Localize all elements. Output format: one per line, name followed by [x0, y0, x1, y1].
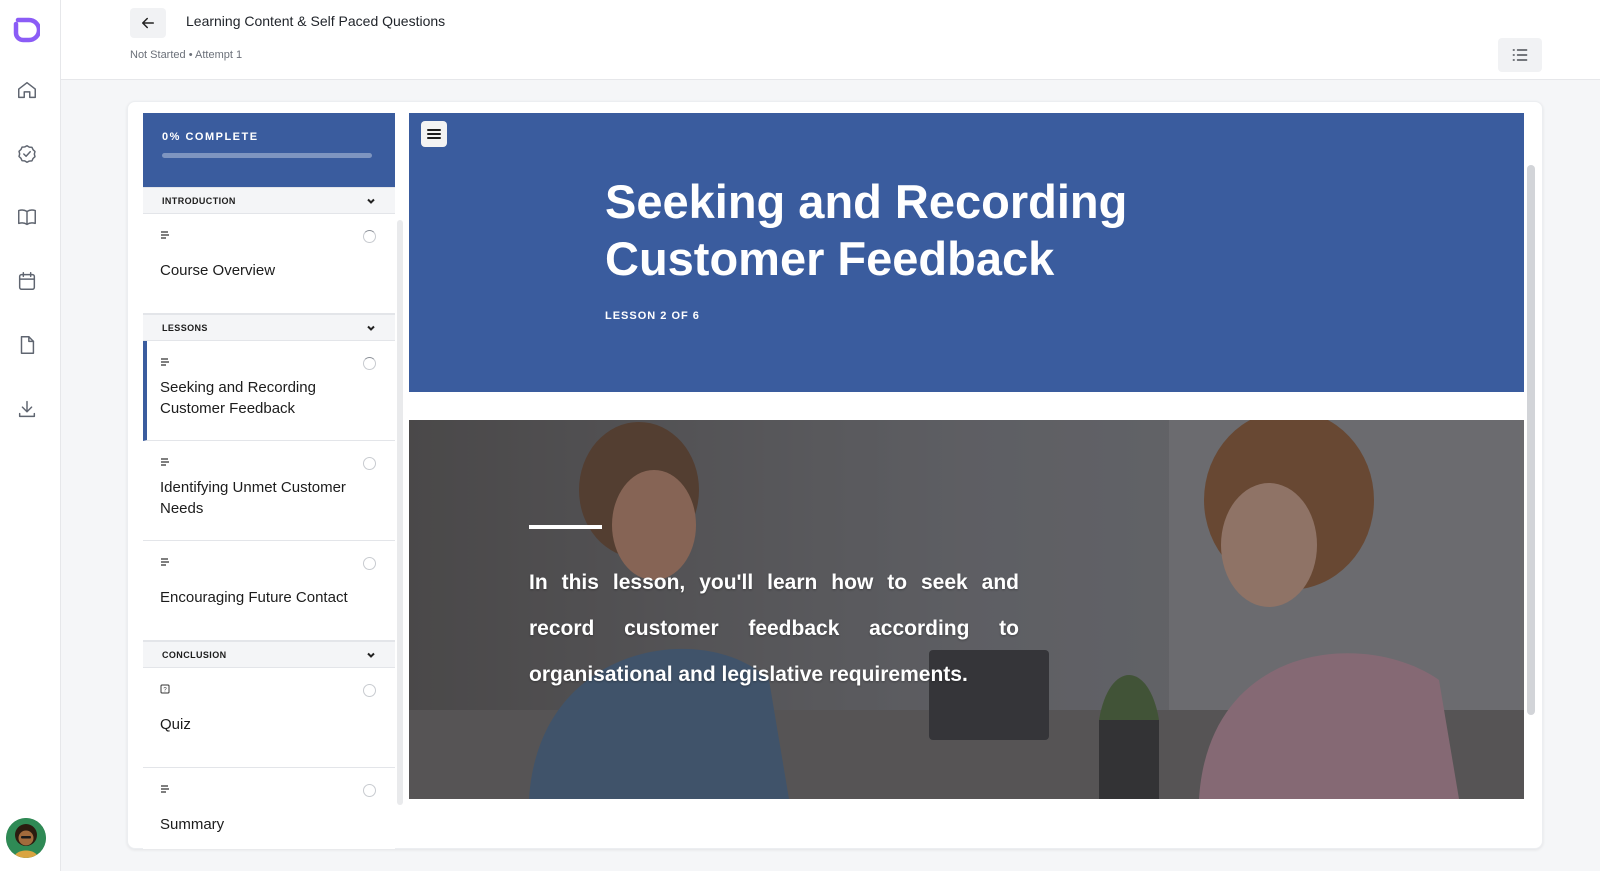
- calendar-icon[interactable]: [15, 269, 39, 293]
- outline-item-unmet-needs[interactable]: Identifying Unmet Customer Needs: [143, 441, 395, 541]
- status-circle-icon: [363, 357, 376, 370]
- check-circle-icon[interactable]: [15, 142, 39, 166]
- arrow-left-icon: [142, 17, 154, 29]
- page-title: Learning Content & Self Paced Questions: [186, 13, 446, 29]
- outline-item-summary[interactable]: Summary: [143, 768, 395, 849]
- lesson-intro-text: In this lesson, you'll learn how to seek…: [529, 571, 1019, 686]
- chevron-down-icon: [367, 652, 375, 658]
- section-lessons[interactable]: LESSONS: [143, 314, 395, 341]
- list-icon: [1512, 49, 1528, 61]
- hamburger-icon: [427, 129, 441, 139]
- sidebar-scrollbar[interactable]: [397, 220, 403, 805]
- text-lines-icon: [161, 231, 169, 239]
- outline-toggle-button[interactable]: [1498, 38, 1542, 72]
- text-lines-icon: [161, 458, 169, 466]
- progress-panel: 0% COMPLETE: [143, 113, 395, 187]
- outline-item-course-overview[interactable]: Course Overview: [143, 214, 395, 314]
- status-circle-icon: [363, 557, 376, 570]
- quiz-icon: ?: [160, 684, 170, 694]
- status-circle-icon: [363, 457, 376, 470]
- section-label: LESSONS: [162, 322, 208, 333]
- outline-item-future-contact[interactable]: Encouraging Future Contact: [143, 541, 395, 641]
- lesson-hero: Seeking and Recording Customer Feedback …: [409, 113, 1524, 392]
- lesson-banner-image: In this lesson, you'll learn how to seek…: [409, 420, 1524, 799]
- chevron-down-icon: [367, 198, 375, 204]
- download-icon[interactable]: [15, 397, 39, 421]
- lesson-counter: LESSON 2 OF 6: [605, 310, 700, 322]
- chevron-down-icon: [367, 325, 375, 331]
- course-outline-sidebar: 0% COMPLETE INTRODUCTION Course Overview…: [143, 113, 395, 849]
- lesson-content: Seeking and Recording Customer Feedback …: [409, 113, 1524, 849]
- outline-item-title: Seeking and Recording Customer Feedback: [160, 379, 316, 417]
- outline-item-title: Summary: [160, 816, 225, 833]
- document-icon[interactable]: [15, 333, 39, 357]
- text-lines-icon: [161, 358, 169, 366]
- status-circle-icon: [363, 784, 376, 797]
- status-circle-icon: [363, 230, 376, 243]
- section-label: CONCLUSION: [162, 649, 227, 660]
- book-icon[interactable]: [15, 205, 39, 229]
- lesson-title: Seeking and Recording Customer Feedback: [605, 175, 1128, 285]
- attempt-status: Not Started • Attempt 1: [130, 49, 243, 61]
- accent-divider: [529, 525, 602, 529]
- progress-label: 0% COMPLETE: [162, 131, 259, 143]
- top-header: Learning Content & Self Paced Questions …: [61, 0, 1600, 80]
- avatar[interactable]: [6, 818, 46, 858]
- content-scrollbar[interactable]: [1527, 165, 1535, 715]
- section-label: INTRODUCTION: [162, 195, 236, 206]
- outline-item-title: Quiz: [160, 716, 191, 733]
- outline-item-title: Course Overview: [160, 262, 276, 279]
- home-icon[interactable]: [15, 78, 39, 102]
- outline-item-quiz[interactable]: ? Quiz: [143, 668, 395, 768]
- left-rail: [0, 0, 61, 871]
- text-lines-icon: [161, 785, 169, 793]
- section-conclusion[interactable]: CONCLUSION: [143, 641, 395, 668]
- back-button[interactable]: [130, 8, 166, 38]
- status-circle-icon: [363, 684, 376, 697]
- logo-icon[interactable]: [12, 16, 42, 44]
- progress-bar: [162, 153, 372, 158]
- outline-item-seeking-recording[interactable]: Seeking and Recording Customer Feedback: [143, 341, 395, 441]
- outline-item-title: Encouraging Future Contact: [160, 589, 348, 606]
- text-lines-icon: [161, 558, 169, 566]
- section-introduction[interactable]: INTRODUCTION: [143, 187, 395, 214]
- menu-button[interactable]: [421, 121, 447, 147]
- outline-item-title: Identifying Unmet Customer Needs: [160, 479, 346, 517]
